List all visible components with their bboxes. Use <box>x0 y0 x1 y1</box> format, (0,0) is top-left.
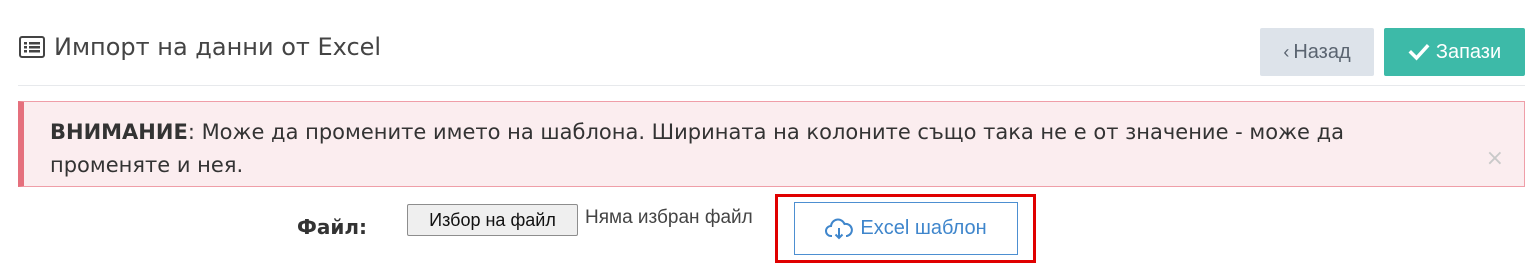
chevron-left-icon: ‹ <box>1283 41 1290 62</box>
save-button-label: Запази <box>1435 40 1502 63</box>
excel-template-button[interactable]: Excel шаблон <box>794 202 1018 255</box>
cloud-download-icon <box>825 218 854 239</box>
choose-file-button[interactable]: Избор на файл <box>407 204 578 236</box>
save-button[interactable]: Запази <box>1384 28 1525 76</box>
warning-alert: ВНИМАНИЕ: Може да промените името на шаб… <box>18 101 1525 187</box>
page-title: Импорт на данни от Excel <box>18 33 381 61</box>
file-status: Няма избран файл <box>585 207 753 228</box>
excel-template-label: Excel шаблон <box>860 217 987 239</box>
alert-message: ВНИМАНИЕ: Може да промените името на шаб… <box>50 116 1430 182</box>
back-button[interactable]: ‹ Назад <box>1260 28 1374 76</box>
page-title-text: Импорт на данни от Excel <box>54 33 382 61</box>
list-alt-icon <box>19 36 45 58</box>
alert-strong: ВНИМАНИЕ <box>50 120 188 144</box>
file-form-row: Файл: Избор на файл Няма избран файл <box>0 195 1540 275</box>
page-header: Импорт на данни от Excel ‹ Назад Запази <box>18 0 1525 86</box>
alert-text: : Може да промените името на шаблона. Ши… <box>50 120 1345 177</box>
file-label: Файл: <box>297 215 367 239</box>
back-button-label: Назад <box>1293 40 1351 63</box>
close-icon[interactable]: × <box>1486 146 1504 171</box>
check-icon <box>1408 44 1430 61</box>
